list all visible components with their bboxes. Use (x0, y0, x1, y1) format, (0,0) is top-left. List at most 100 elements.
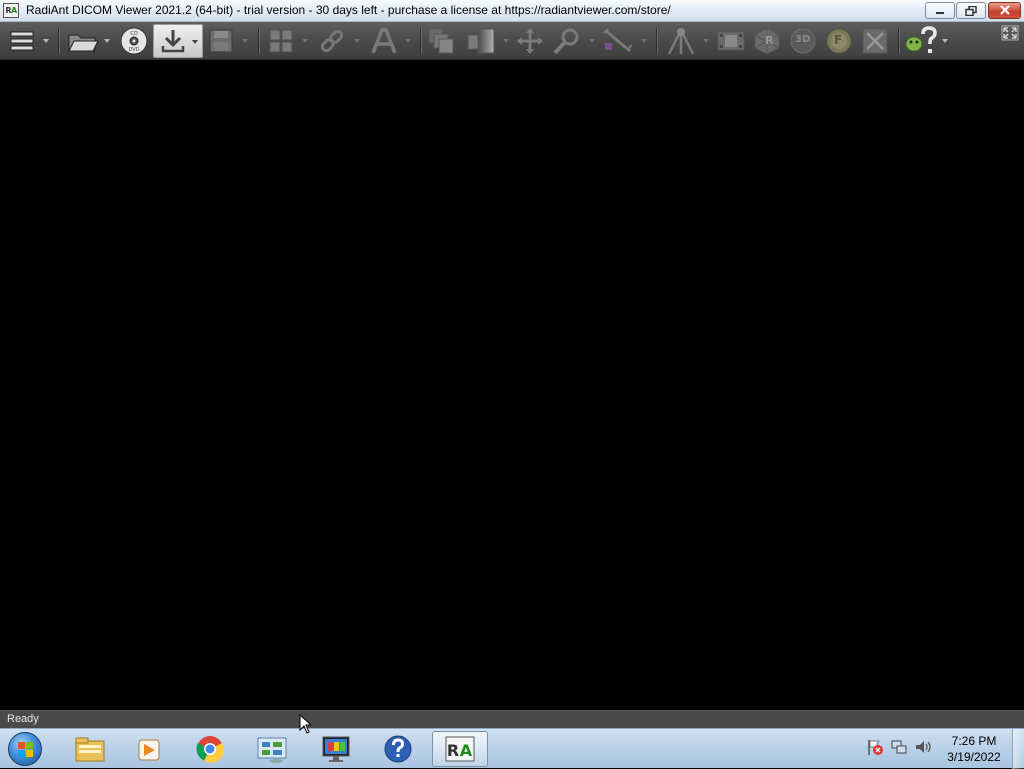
clock[interactable]: 7:26 PM 3/19/2022 (940, 733, 1008, 765)
menu-dropdown-arrow[interactable] (43, 39, 49, 43)
radiant-app-icon[interactable]: RA (3, 3, 19, 18)
system-tray (866, 739, 932, 759)
open-folder-icon (68, 34, 99, 52)
download-icon (161, 30, 185, 53)
pan-icon (517, 28, 543, 54)
layout-dropdown-arrow[interactable] (302, 39, 308, 43)
mouse-cursor-icon (299, 714, 311, 734)
svg-text:CD: CD (130, 31, 137, 37)
svg-text:A: A (460, 741, 473, 760)
annotation-button[interactable] (368, 25, 400, 57)
pan-button[interactable] (514, 25, 546, 57)
restore-icon (965, 5, 977, 16)
show-desktop-button[interactable] (1012, 729, 1024, 769)
taskbar-help-support[interactable] (370, 731, 426, 767)
taskbar-display[interactable] (308, 731, 364, 767)
mpr-button[interactable]: R (750, 25, 784, 57)
media-player-icon (138, 739, 160, 761)
minimize-icon (936, 11, 944, 14)
link-icon (320, 29, 344, 53)
clock-time: 7:26 PM (951, 734, 997, 748)
link-dropdown-arrow[interactable] (354, 39, 360, 43)
link-button[interactable] (316, 25, 348, 57)
status-bar: Ready (0, 710, 1024, 728)
display-monitor-icon (322, 736, 350, 762)
window-level-dropdown-arrow[interactable] (503, 39, 509, 43)
toolbar-separator (58, 28, 59, 54)
save-dropdown-arrow[interactable] (242, 39, 248, 43)
open-folder-button[interactable] (66, 25, 100, 57)
minimize-button[interactable] (925, 2, 955, 19)
layout-button[interactable] (266, 25, 296, 57)
help-dropdown-arrow[interactable] (942, 39, 948, 43)
annotation-dropdown-arrow[interactable] (405, 39, 411, 43)
window-title: RadiAnt DICOM Viewer 2021.2 (64-bit) - t… (26, 3, 671, 17)
reference-lines-button[interactable] (664, 25, 698, 57)
mpr-letter: R (765, 34, 774, 47)
chrome-icon (196, 736, 225, 763)
control-panel-icon (257, 737, 287, 763)
toolbar-separator (258, 28, 259, 54)
save-button[interactable] (207, 25, 235, 57)
taskbar-control-panel[interactable] (244, 731, 300, 767)
volume-3d-button[interactable]: 3D (786, 25, 820, 57)
cine-button[interactable] (714, 25, 748, 57)
main-toolbar: CD DVD R 3D F (0, 22, 1024, 60)
cd-dvd-icon: CD DVD (120, 27, 148, 55)
status-text: Ready (7, 713, 39, 725)
download-dropdown-arrow[interactable] (192, 40, 198, 44)
taskbar-media-player[interactable] (122, 731, 178, 767)
zoom-icon (553, 28, 579, 55)
save-icon (209, 29, 233, 53)
action-center-flag-icon[interactable] (866, 738, 884, 760)
fusion-button[interactable]: F (822, 25, 856, 57)
menu-button[interactable] (6, 25, 38, 57)
fullscreen-icon (1001, 25, 1019, 41)
network-icon[interactable] (890, 738, 908, 760)
help-button[interactable] (904, 25, 938, 57)
svg-text:R: R (447, 741, 459, 760)
windows-taskbar: RA 7:26 PM 3/19/2022 (0, 728, 1024, 769)
taskbar-file-explorer[interactable] (62, 731, 118, 767)
close-study-icon (862, 28, 888, 54)
volume-icon[interactable] (914, 738, 932, 760)
window-level-icon (467, 28, 495, 54)
taskbar-chrome[interactable] (182, 731, 238, 767)
stack-images-button[interactable] (426, 25, 458, 57)
title-bar[interactable]: RA RadiAnt DICOM Viewer 2021.2 (64-bit) … (0, 0, 1024, 22)
zoom-dropdown-arrow[interactable] (589, 39, 595, 43)
help-support-icon (384, 735, 412, 763)
image-viewport[interactable] (0, 60, 1024, 710)
download-button[interactable] (153, 24, 203, 58)
restore-button[interactable] (956, 2, 986, 19)
reference-lines-dropdown-arrow[interactable] (703, 39, 709, 43)
logo-quadrant (26, 750, 33, 757)
stack-images-icon (428, 28, 454, 54)
close-study-button[interactable] (858, 25, 892, 57)
fullscreen-button[interactable] (1000, 24, 1020, 42)
toolbar-separator (656, 28, 657, 54)
cd-dvd-button[interactable]: CD DVD (118, 25, 150, 57)
volume-3d-label: 3D (795, 34, 811, 45)
menu-icon (10, 31, 34, 51)
logo-quadrant (18, 750, 25, 757)
cine-film-icon (717, 31, 745, 51)
windows-logo-icon (8, 732, 42, 766)
clock-date: 3/19/2022 (947, 750, 1001, 764)
taskbar-radiant[interactable]: RA (432, 731, 488, 767)
window-level-button[interactable] (464, 25, 498, 57)
file-explorer-icon (75, 737, 105, 762)
measure-ruler-icon (603, 28, 633, 53)
measure-button[interactable] (600, 25, 636, 57)
measure-dropdown-arrow[interactable] (641, 39, 647, 43)
help-icon (905, 26, 937, 53)
reference-lines-icon (667, 28, 695, 55)
annotation-text-icon (371, 28, 397, 54)
close-icon (999, 5, 1010, 15)
toolbar-separator (420, 28, 421, 54)
close-button[interactable] (988, 2, 1021, 19)
fusion-letter: F (834, 33, 843, 47)
open-folder-dropdown-arrow[interactable] (104, 39, 110, 43)
start-button[interactable] (5, 730, 45, 768)
zoom-button[interactable] (550, 25, 584, 57)
